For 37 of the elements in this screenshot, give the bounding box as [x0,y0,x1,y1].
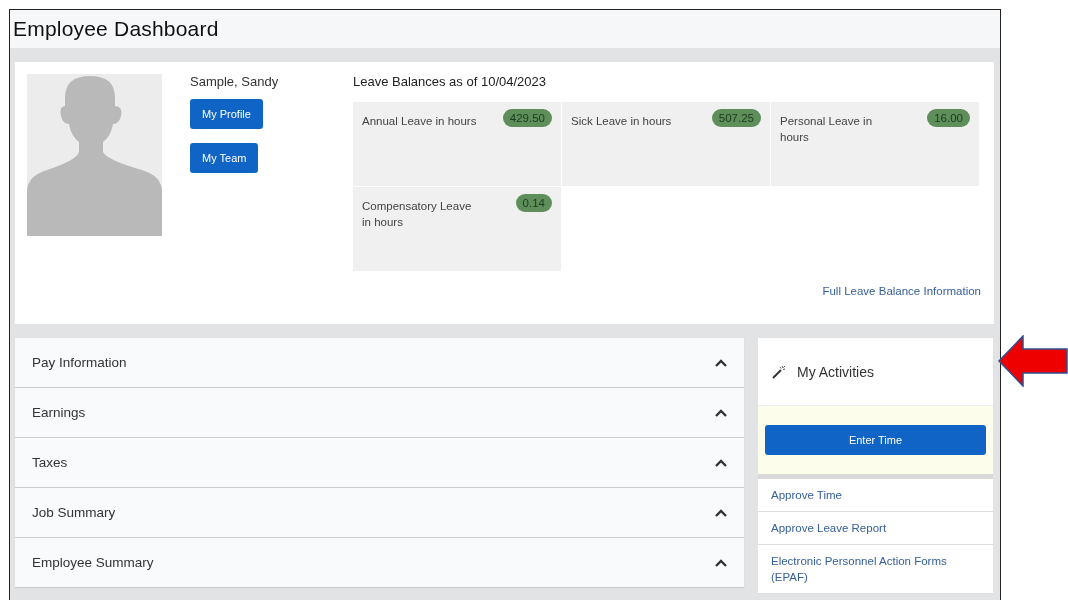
activities-title: My Activities [797,363,874,380]
leave-hours-badge: 429.50 [502,109,552,127]
activity-link[interactable]: Approve Leave Report [771,520,980,536]
activity-link[interactable]: Approve Time [771,487,980,503]
section-header[interactable]: Earnings [15,388,744,437]
avatar-silhouette-icon [27,74,162,236]
section-header[interactable]: Employee Summary [15,538,744,587]
chevron-up-icon[interactable] [715,458,727,467]
chevron-up-icon[interactable] [715,358,727,367]
section-title: Earnings [32,405,86,420]
section-title: Taxes [32,455,68,470]
section-title: Job Summary [32,505,116,520]
leave-label: Sick Leave in hours [571,114,672,129]
leave-hours-badge: 0.14 [515,194,552,212]
chevron-up-icon[interactable] [715,408,727,417]
leave-hours-badge: 16.00 [927,109,970,127]
full-leave-balance-link[interactable]: Full Leave Balance Information [822,285,981,297]
section-header[interactable]: Pay Information [15,338,744,387]
page-title: Employee Dashboard [13,17,219,41]
leave-balances-heading: Leave Balances as of 10/04/2023 [353,74,547,91]
leave-label: Personal Leave in hours [780,114,874,145]
leave-label: Compensatory Leave in hours [362,199,473,230]
section-header[interactable]: Job Summary [15,488,744,537]
enter-time-button[interactable]: Enter Time [765,425,986,455]
section-header[interactable]: Taxes [15,438,744,487]
employee-name: Sample, Sandy [190,74,280,89]
profile-button[interactable]: My Team [190,143,259,173]
leave-label: Annual Leave in hours [362,114,477,129]
chevron-up-icon[interactable] [715,508,727,517]
chevron-up-icon[interactable] [715,558,727,567]
activity-link[interactable]: Electronic Personnel Action Forms (EPAF) [771,553,980,585]
section-title: Employee Summary [32,555,154,570]
profile-button[interactable]: My Profile [190,99,263,129]
section-title: Pay Information [32,355,127,370]
pointer-arrow-icon [998,335,1068,387]
leave-hours-badge: 507.25 [711,109,761,127]
magic-wand-icon [771,364,787,379]
